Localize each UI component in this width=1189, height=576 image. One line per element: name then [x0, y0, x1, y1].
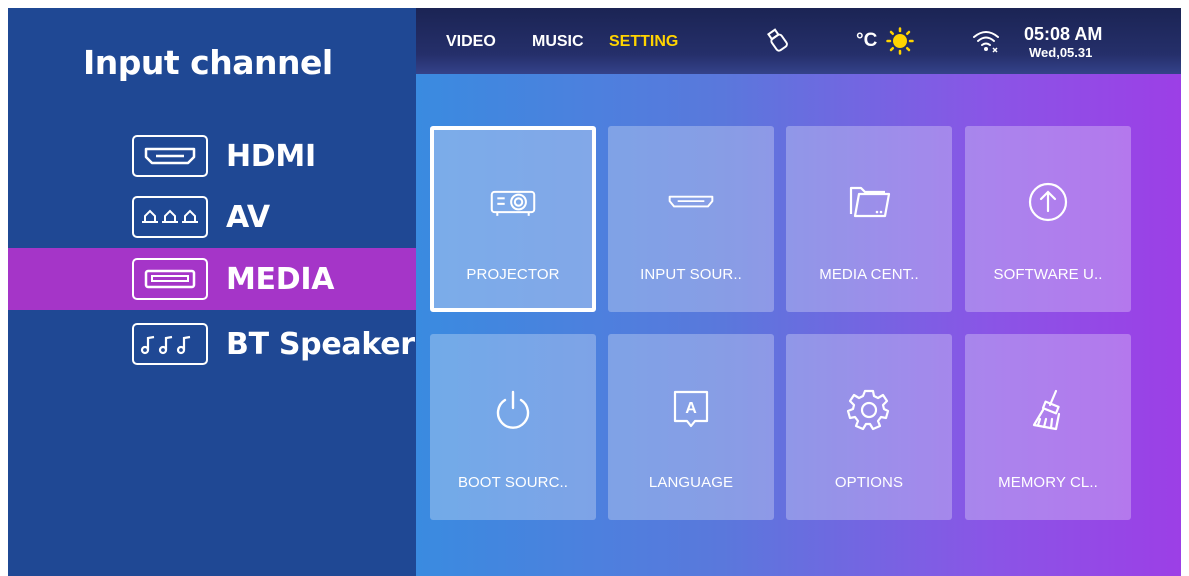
power-icon — [489, 388, 537, 432]
channel-label-hdmi: HDMI — [226, 138, 316, 174]
tile-label: LANGUAGE — [648, 474, 734, 491]
upgrade-arrow-icon — [1024, 180, 1072, 224]
tile-boot-source[interactable]: BOOT SOURC.. — [430, 334, 596, 520]
tile-label: INPUT SOUR.. — [640, 266, 742, 283]
tile-input-source[interactable]: INPUT SOUR.. — [608, 126, 774, 312]
tab-setting[interactable]: SETTING — [609, 33, 678, 51]
temperature-unit: °C — [856, 30, 878, 51]
gear-icon — [845, 388, 893, 432]
tile-label: MEMORY CL.. — [998, 474, 1098, 491]
channel-label-av: AV — [226, 199, 270, 235]
hdmi-port-icon — [132, 135, 208, 177]
channel-item-hdmi[interactable]: HDMI — [8, 125, 416, 187]
tv-screen: Input channel HDMI AV MEDIA BT Speaker V… — [8, 8, 1181, 576]
projector-icon — [489, 180, 537, 224]
channel-item-media[interactable]: MEDIA — [8, 248, 416, 310]
usb-port-icon — [132, 258, 208, 300]
channel-item-bt-speaker[interactable]: BT Speaker — [8, 313, 416, 375]
input-channel-panel: Input channel HDMI AV MEDIA BT Speaker — [8, 8, 416, 576]
language-icon: A — [667, 388, 715, 432]
tile-software-update[interactable]: SOFTWARE U.. — [965, 126, 1131, 312]
svg-text:A: A — [685, 400, 697, 417]
music-notes-icon — [132, 323, 208, 365]
panel-title: Input channel — [83, 43, 333, 82]
tile-label: OPTIONS — [834, 474, 904, 491]
tab-music[interactable]: MUSIC — [532, 33, 584, 51]
wifi-disconnected-icon — [971, 28, 1003, 59]
av-port-icon — [132, 196, 208, 238]
usb-drive-icon — [766, 28, 790, 59]
top-status-bar: VIDEO MUSIC SETTING °C 05:08 AM Wed,05.3… — [416, 8, 1181, 74]
sun-icon — [886, 27, 914, 60]
tile-media-center[interactable]: MEDIA CENT.. — [786, 126, 952, 312]
tile-label: SOFTWARE U.. — [993, 266, 1103, 283]
tile-label: BOOT SOURC.. — [457, 474, 569, 491]
input-source-icon — [667, 180, 715, 224]
broom-icon — [1024, 388, 1072, 432]
clock-date: Wed,05.31 — [1029, 45, 1093, 60]
tab-video[interactable]: VIDEO — [446, 33, 496, 51]
channel-label-bt-speaker: BT Speaker — [226, 326, 415, 362]
tile-language[interactable]: A LANGUAGE — [608, 334, 774, 520]
channel-label-media: MEDIA — [226, 261, 335, 297]
tile-memory-clean[interactable]: MEMORY CL.. — [965, 334, 1131, 520]
tile-label: PROJECTOR — [466, 266, 560, 283]
channel-item-av[interactable]: AV — [8, 186, 416, 248]
tile-options[interactable]: OPTIONS — [786, 334, 952, 520]
folder-icon — [845, 180, 893, 224]
tile-projector[interactable]: PROJECTOR — [430, 126, 596, 312]
tile-label: MEDIA CENT.. — [819, 266, 919, 283]
clock-time: 05:08 AM — [1024, 24, 1103, 44]
settings-main-area: VIDEO MUSIC SETTING °C 05:08 AM Wed,05.3… — [416, 8, 1181, 576]
